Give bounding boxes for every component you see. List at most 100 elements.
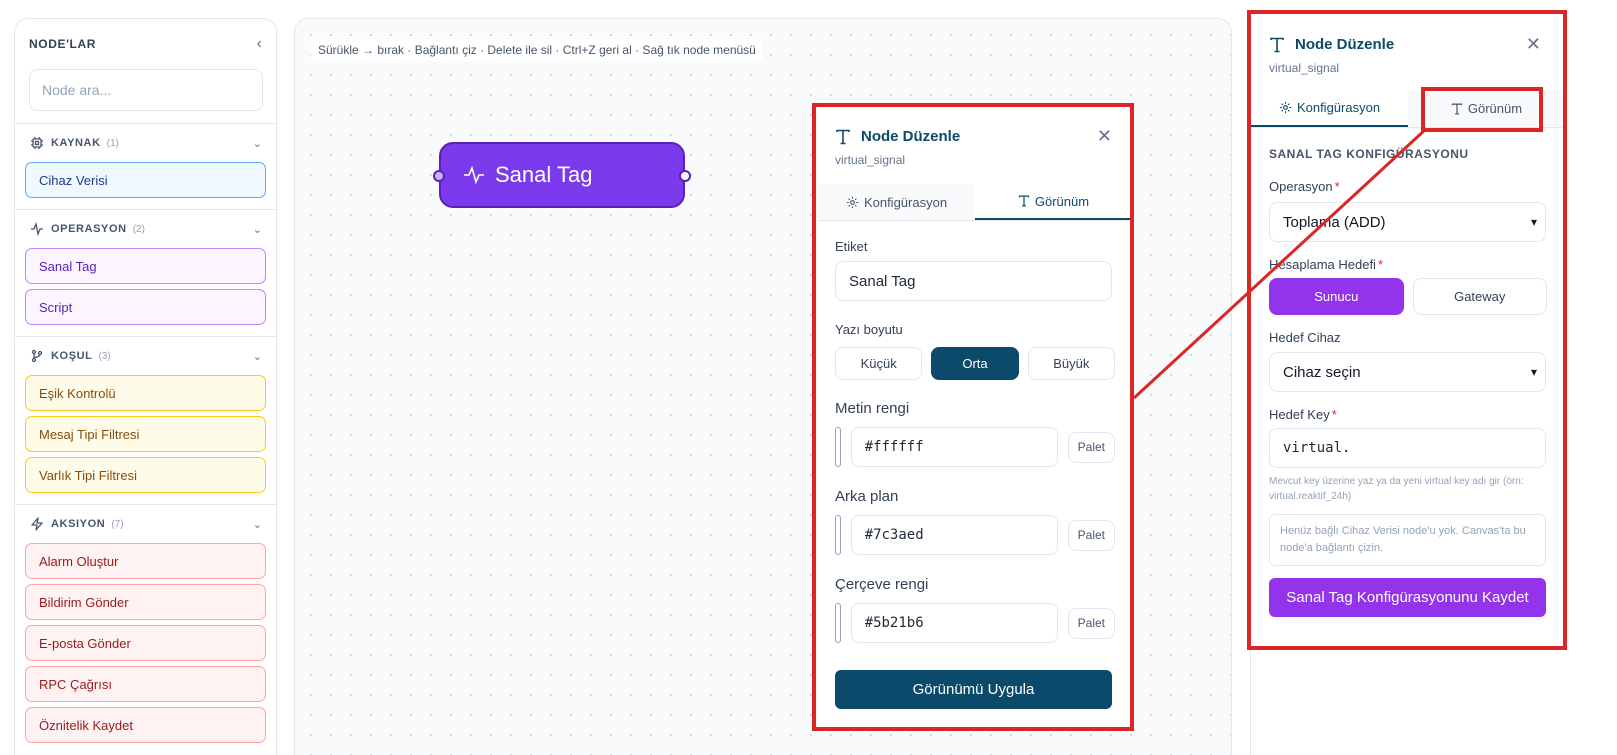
font-size-selector: Küçük Orta Büyük bbox=[835, 347, 1115, 380]
target-server-button[interactable]: Sunucu bbox=[1269, 278, 1404, 315]
border-color-swatch[interactable] bbox=[835, 603, 841, 643]
font-size-label: Yazı boyutu bbox=[835, 322, 903, 337]
tab-konfigurasyon[interactable]: Konfigürasyon bbox=[1251, 90, 1408, 127]
palette-item-oznitelik-kaydet[interactable]: Öznitelik Kaydet bbox=[25, 707, 266, 743]
device-select-value: Cihaz seçin bbox=[1283, 363, 1361, 381]
palette-item-rpc-cagrisi[interactable]: RPC Çağrısı bbox=[25, 666, 266, 702]
section-operasyon: OPERASYON (2) ⌄ Sanal Tag Script bbox=[15, 210, 276, 336]
background-color-input[interactable] bbox=[850, 515, 1058, 555]
type-icon bbox=[836, 129, 850, 144]
node-search-input[interactable] bbox=[29, 69, 263, 111]
required-marker: * bbox=[1334, 179, 1340, 194]
node-palette-sidebar: NODE'LAR ‹ KAYNAK (1) ⌄ Cihaz Verisi OPE… bbox=[14, 18, 277, 755]
section-count: (2) bbox=[132, 223, 145, 235]
font-size-small-button[interactable]: Küçük bbox=[835, 347, 923, 380]
section-kaynak: KAYNAK (1) ⌄ Cihaz Verisi bbox=[15, 124, 276, 209]
gear-icon bbox=[1279, 101, 1292, 114]
tab-label: Görünüm bbox=[1034, 193, 1090, 209]
apply-appearance-button[interactable]: Görünümü Uygula bbox=[835, 670, 1112, 709]
required-marker: * bbox=[1377, 257, 1384, 272]
type-icon bbox=[1451, 103, 1462, 114]
section-title: AKSIYON bbox=[51, 518, 106, 530]
panel-tabs: Konfigürasyon Görünüm bbox=[1251, 90, 1565, 128]
palette-item-script[interactable]: Script bbox=[25, 289, 266, 325]
zap-icon bbox=[29, 516, 45, 532]
operation-select[interactable]: Toplama (ADD) ▾ bbox=[1269, 202, 1546, 242]
text-color-row: Palet bbox=[835, 427, 1115, 467]
tab-label: Konfigürasyon bbox=[1296, 100, 1381, 115]
palette-item-alarm-olustur[interactable]: Alarm Oluştur bbox=[25, 543, 266, 579]
palette-item-mesaj-tipi-filtresi[interactable]: Mesaj Tipi Filtresi bbox=[25, 416, 266, 452]
key-help-text: Mevcut key üzerine yaz ya da yeni virtua… bbox=[1269, 476, 1524, 502]
close-icon[interactable]: ✕ bbox=[1526, 34, 1541, 55]
operation-label: Operasyon * bbox=[1269, 179, 1547, 194]
text-color-label: Metin rengi bbox=[835, 400, 910, 417]
text-color-palette-button[interactable]: Palet bbox=[1067, 431, 1115, 463]
section-header-kosul[interactable]: KOŞUL (3) ⌄ bbox=[25, 337, 266, 375]
required-marker: * bbox=[1331, 407, 1337, 422]
chevron-down-icon: ⌄ bbox=[252, 137, 262, 150]
input-handle[interactable] bbox=[433, 170, 445, 182]
panel-header: Node Düzenle virtual_signal ✕ bbox=[1251, 14, 1565, 90]
node-edit-panel-config: Node Düzenle virtual_signal ✕ Konfigüras… bbox=[1250, 14, 1565, 755]
section-title: SANAL TAG KONFIGÜRASYONU bbox=[1269, 147, 1469, 161]
panel-header: Node Düzenle virtual_signal ✕ bbox=[818, 108, 1132, 184]
section-header-aksiyon[interactable]: AKSIYON (7) ⌄ bbox=[25, 505, 266, 543]
tab-gorunum[interactable]: Görünüm bbox=[975, 184, 1132, 220]
key-label: Hedef Key * bbox=[1269, 407, 1547, 422]
palette-item-eposta-gonder[interactable]: E-posta Gönder bbox=[25, 625, 266, 661]
git-branch-icon bbox=[29, 348, 45, 364]
font-size-large-button[interactable]: Büyük bbox=[1027, 347, 1115, 380]
tab-label: Görünüm bbox=[1467, 101, 1523, 116]
section-kosul: KOŞUL (3) ⌄ Eşik Kontrolü Mesaj Tipi Fil… bbox=[15, 337, 276, 504]
border-color-row: Palet bbox=[835, 603, 1115, 643]
label-input[interactable] bbox=[835, 261, 1112, 301]
node-edit-panel-appearance: Node Düzenle virtual_signal ✕ Konfigüras… bbox=[818, 108, 1132, 728]
section-title: OPERASYON bbox=[51, 223, 127, 235]
font-size-medium-button[interactable]: Orta bbox=[931, 347, 1019, 380]
chevron-down-icon: ⌄ bbox=[252, 350, 262, 363]
close-icon[interactable]: ✕ bbox=[1097, 126, 1112, 147]
text-color-input[interactable] bbox=[850, 427, 1058, 467]
target-selector: Sunucu Gateway bbox=[1269, 278, 1547, 315]
target-key-input[interactable] bbox=[1269, 428, 1546, 468]
section-title: KAYNAK bbox=[51, 137, 101, 149]
palette-item-bildirim-gonder[interactable]: Bildirim Gönder bbox=[25, 584, 266, 620]
device-label: Hedef Cihaz bbox=[1269, 330, 1341, 345]
output-handle[interactable] bbox=[679, 170, 691, 182]
connection-note: Henüz bağlı Cihaz Verisi node'u yok. Can… bbox=[1269, 514, 1546, 566]
palette-item-sanal-tag[interactable]: Sanal Tag bbox=[25, 248, 266, 284]
background-color-palette-button[interactable]: Palet bbox=[1067, 519, 1115, 551]
target-label: Hesaplama Hedefi * bbox=[1269, 257, 1547, 272]
sidebar-header: NODE'LAR ‹ bbox=[15, 19, 276, 69]
section-count: (7) bbox=[111, 518, 124, 530]
tab-konfigurasyon[interactable]: Konfigürasyon bbox=[818, 184, 975, 220]
text-color-swatch[interactable] bbox=[835, 427, 841, 467]
border-color-palette-button[interactable]: Palet bbox=[1067, 607, 1115, 639]
border-color-input[interactable] bbox=[850, 603, 1058, 643]
target-gateway-button[interactable]: Gateway bbox=[1412, 278, 1547, 315]
section-header-kaynak[interactable]: KAYNAK (1) ⌄ bbox=[25, 124, 266, 162]
target-label-text: Hesaplama Hedefi bbox=[1269, 257, 1376, 272]
device-select[interactable]: Cihaz seçin ▾ bbox=[1269, 352, 1546, 392]
chevron-down-icon: ▾ bbox=[1530, 365, 1537, 379]
panel-title: Node Düzenle bbox=[1295, 36, 1395, 53]
tab-gorunum[interactable]: Görünüm bbox=[1408, 90, 1565, 127]
background-color-label: Arka plan bbox=[835, 488, 899, 505]
panel-title: Node Düzenle bbox=[861, 128, 961, 145]
background-color-swatch[interactable] bbox=[835, 515, 841, 555]
save-config-button[interactable]: Sanal Tag Konfigürasyonunu Kaydet bbox=[1269, 578, 1546, 617]
panel-tabs: Konfigürasyon Görünüm bbox=[818, 184, 1132, 221]
section-title: KOŞUL bbox=[51, 350, 93, 362]
chevron-down-icon: ⌄ bbox=[252, 518, 262, 531]
panel-subtitle: virtual_signal bbox=[835, 153, 906, 167]
key-label-text: Hedef Key bbox=[1269, 407, 1330, 422]
flow-node-sanal-tag[interactable]: Sanal Tag bbox=[433, 142, 691, 208]
palette-item-cihaz-verisi[interactable]: Cihaz Verisi bbox=[25, 162, 266, 198]
section-header-operasyon[interactable]: OPERASYON (2) ⌄ bbox=[25, 210, 266, 248]
label-field-label: Etiket bbox=[835, 239, 868, 254]
palette-item-varlik-tipi-filtresi[interactable]: Varlık Tipi Filtresi bbox=[25, 457, 266, 493]
palette-item-esik-kontrolu[interactable]: Eşik Kontrolü bbox=[25, 375, 266, 411]
chevron-left-icon[interactable]: ‹ bbox=[257, 35, 262, 53]
activity-icon bbox=[464, 165, 484, 185]
